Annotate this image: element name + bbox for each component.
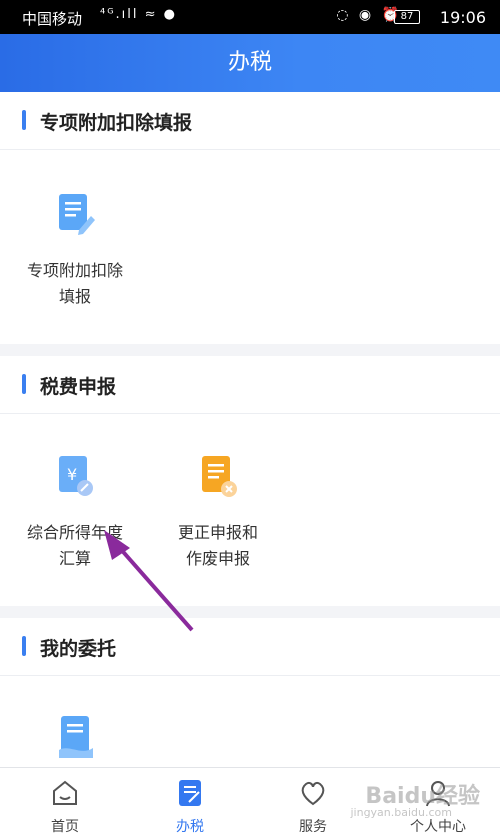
watermark-url: jingyan.baidu.com xyxy=(350,806,452,819)
tab-home[interactable]: 首页 xyxy=(25,778,105,836)
tab-label: 办税 xyxy=(176,819,204,835)
tax-doc-icon xyxy=(179,780,201,806)
home-icon xyxy=(53,780,77,805)
tab-service[interactable]: 服务 xyxy=(273,778,353,836)
annotation-arrow xyxy=(104,530,194,632)
tab-label: 首页 xyxy=(51,819,79,835)
tab-label: 个人中心 xyxy=(410,819,466,835)
tab-label: 服务 xyxy=(299,819,327,835)
heart-service-icon xyxy=(301,781,325,806)
tab-tax[interactable]: 办税 xyxy=(150,778,230,836)
